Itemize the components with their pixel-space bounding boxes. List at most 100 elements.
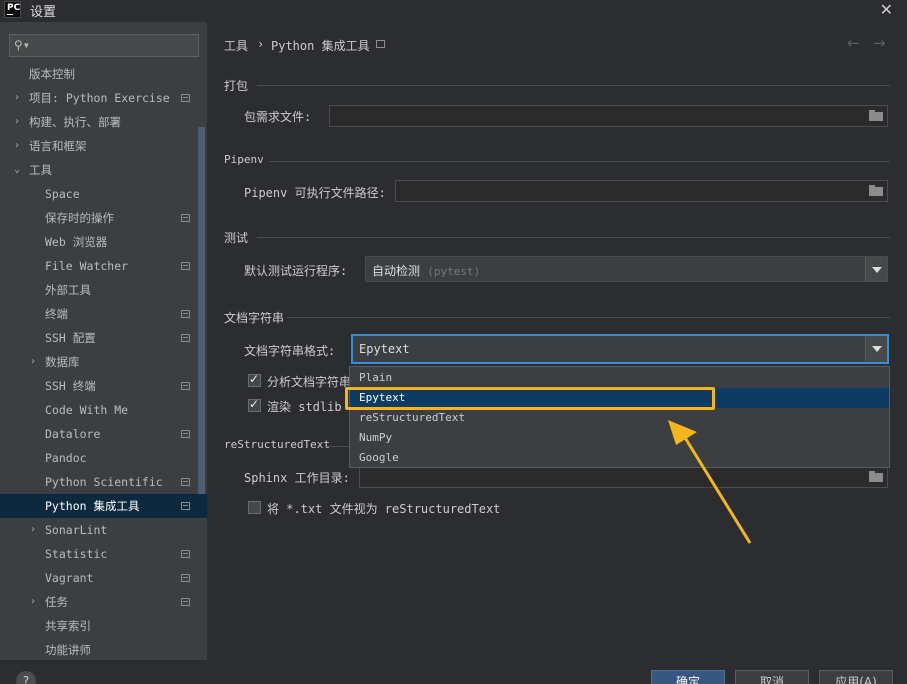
- chevron-right-icon[interactable]: ›: [14, 86, 20, 110]
- pipenv-path-field[interactable]: [395, 180, 888, 202]
- help-button[interactable]: ?: [16, 671, 36, 684]
- sidebar-item-label: 功能讲师: [45, 643, 91, 657]
- chevron-right-icon[interactable]: ›: [30, 518, 36, 542]
- sidebar-item[interactable]: Python Scientific: [0, 470, 207, 494]
- close-icon[interactable]: ✕: [880, 0, 893, 19]
- breadcrumb-root[interactable]: 工具: [224, 37, 248, 54]
- sidebar-item[interactable]: › 构建、执行、部署: [0, 110, 207, 134]
- folder-icon[interactable]: [869, 110, 883, 122]
- project-scope-icon: [181, 382, 190, 390]
- project-scope-icon: [181, 214, 190, 222]
- sidebar-item[interactable]: Statistic: [0, 542, 207, 566]
- sidebar-item-label: Web 浏览器: [45, 235, 108, 249]
- sidebar-item-label: Vagrant: [45, 571, 94, 585]
- forward-arrow-icon[interactable]: →: [873, 34, 886, 52]
- sidebar-item-label: SSH 配置: [45, 331, 96, 345]
- sidebar-item-label: Python Scientific: [45, 475, 163, 489]
- sidebar-item-label: 终端: [45, 307, 68, 321]
- pipenv-path-label: Pipenv 可执行文件路径:: [244, 186, 386, 200]
- sidebar-item[interactable]: 版本控制: [0, 62, 207, 86]
- sidebar-item-label: 语言和框架: [29, 139, 87, 153]
- project-scope-icon: [181, 574, 190, 582]
- test-runner-select[interactable]: 自动检测 (pytest): [365, 256, 888, 282]
- apply-button[interactable]: 应用(A): [819, 670, 893, 684]
- sidebar-item[interactable]: Python 集成工具: [0, 494, 207, 518]
- chevron-right-icon[interactable]: ›: [30, 350, 36, 374]
- sidebar-item-label: Space: [45, 187, 80, 201]
- docstring-format-select[interactable]: Epytext: [351, 334, 889, 364]
- sidebar-item[interactable]: SSH 终端: [0, 374, 207, 398]
- chevron-down-icon[interactable]: [865, 336, 887, 362]
- cancel-button[interactable]: 取消: [735, 670, 809, 684]
- sidebar-item[interactable]: Vagrant: [0, 566, 207, 590]
- window-title: 设置: [30, 5, 57, 20]
- sidebar-item[interactable]: › 语言和框架: [0, 134, 207, 158]
- project-scope-icon: [181, 550, 190, 558]
- sidebar-item[interactable]: 保存时的操作: [0, 206, 207, 230]
- settings-search-input[interactable]: ⚲▾: [9, 34, 199, 57]
- settings-main-panel: 工具 › Python 集成工具 ← → 打包 包需求文件: Pipenv Pi…: [207, 22, 907, 660]
- folder-icon[interactable]: [869, 185, 883, 197]
- dropdown-option[interactable]: Google: [350, 448, 889, 468]
- sidebar-item[interactable]: ⌄ 工具: [0, 158, 207, 182]
- sidebar-item[interactable]: Code With Me: [0, 398, 207, 422]
- dropdown-option[interactable]: Plain: [350, 368, 889, 388]
- sidebar-item[interactable]: › 数据库: [0, 350, 207, 374]
- sidebar-item[interactable]: › 项目: Python Exercise: [0, 86, 207, 110]
- requirements-file-label: 包需求文件:: [244, 110, 312, 124]
- section-title-docstrings: 文档字符串: [224, 311, 285, 325]
- section-divider: [257, 85, 890, 86]
- sidebar-item-label: 工具: [29, 163, 52, 177]
- sidebar-item-label: Pandoc: [45, 451, 87, 465]
- render-stdlib-label: 渲染 stdlib 的: [267, 400, 361, 414]
- analyze-docstrings-checkbox[interactable]: [248, 372, 261, 387]
- sidebar-item-label: SonarLint: [45, 523, 108, 537]
- chevron-right-icon[interactable]: ›: [30, 590, 36, 614]
- test-runner-value: 自动检测: [372, 264, 421, 278]
- render-stdlib-checkbox[interactable]: [248, 397, 261, 412]
- project-scope-icon: [181, 310, 190, 318]
- docstring-format-value: Epytext: [359, 342, 410, 356]
- pycharm-app-icon: PC: [4, 1, 21, 18]
- project-scope-icon: [181, 478, 190, 486]
- sidebar-item-label: Python 集成工具: [45, 499, 140, 513]
- analyze-docstrings-label: 分析文档字符串: [267, 375, 352, 389]
- sidebar-item[interactable]: 功能讲师: [0, 638, 207, 660]
- treat-txt-checkbox[interactable]: [248, 501, 261, 514]
- sidebar-item[interactable]: File Watcher: [0, 254, 207, 278]
- chevron-down-icon[interactable]: [865, 257, 887, 281]
- ok-button[interactable]: 确定: [651, 670, 725, 684]
- search-icon: ⚲▾: [14, 38, 31, 52]
- sidebar-item[interactable]: Pandoc: [0, 446, 207, 470]
- folder-icon[interactable]: [869, 471, 883, 483]
- sidebar-item[interactable]: SSH 配置: [0, 326, 207, 350]
- sidebar-item[interactable]: Datalore: [0, 422, 207, 446]
- requirements-file-field[interactable]: [329, 105, 888, 127]
- sidebar-item-label: 项目: Python Exercise: [29, 91, 170, 105]
- project-scope-icon: [181, 598, 190, 606]
- chevron-right-icon[interactable]: ›: [14, 134, 20, 158]
- section-divider: [257, 237, 890, 238]
- chevron-down-icon[interactable]: ⌄: [14, 158, 20, 182]
- project-scope-icon: [181, 262, 190, 270]
- project-scope-icon: [181, 430, 190, 438]
- sidebar-item[interactable]: › SonarLint: [0, 518, 207, 542]
- dropdown-option[interactable]: Epytext: [350, 388, 889, 408]
- sidebar-item[interactable]: › 任务: [0, 590, 207, 614]
- section-title-testing: 测试: [224, 231, 249, 245]
- chevron-right-icon[interactable]: ›: [14, 110, 20, 134]
- project-scope-icon: [376, 40, 385, 48]
- docstring-format-label: 文档字符串格式:: [244, 344, 336, 358]
- sidebar-item[interactable]: Web 浏览器: [0, 230, 207, 254]
- dropdown-option[interactable]: reStructuredText: [350, 408, 889, 428]
- back-arrow-icon[interactable]: ←: [847, 34, 860, 52]
- dropdown-option[interactable]: NumPy: [350, 428, 889, 448]
- sphinx-dir-field[interactable]: [359, 466, 888, 488]
- sidebar-item[interactable]: 共享索引: [0, 614, 207, 638]
- sidebar-item-label: Code With Me: [45, 403, 129, 417]
- treat-txt-label: 将 *.txt 文件视为 reStructuredText: [267, 502, 501, 516]
- sidebar-item[interactable]: 外部工具: [0, 278, 207, 302]
- sidebar-item-label: 外部工具: [45, 283, 91, 297]
- sidebar-item[interactable]: Space: [0, 182, 207, 206]
- sidebar-item[interactable]: 终端: [0, 302, 207, 326]
